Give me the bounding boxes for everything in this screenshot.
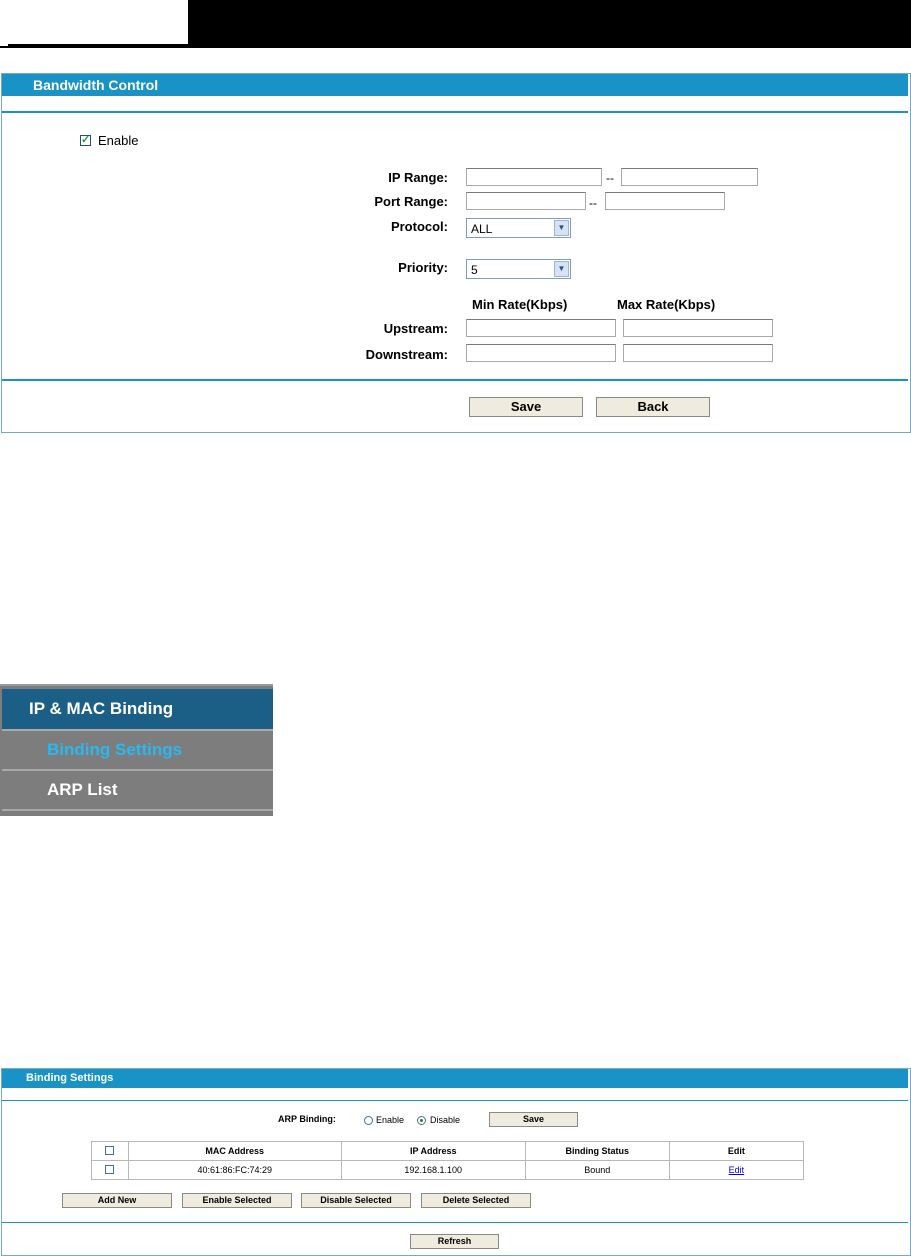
top-banner-logo-area	[0, 0, 188, 46]
binding-settings-title: Binding Settings	[2, 1069, 908, 1088]
ip-range-start-input[interactable]	[466, 168, 602, 186]
menu-separator	[2, 809, 273, 811]
disable-selected-button[interactable]: Disable Selected	[301, 1193, 411, 1208]
menu-item-label: Binding Settings	[47, 740, 183, 759]
upstream-min-input[interactable]	[466, 319, 616, 337]
refresh-button[interactable]: Refresh	[410, 1234, 499, 1249]
menu-item-binding-settings[interactable]: Binding Settings	[2, 731, 273, 769]
bandwidth-control-title: Bandwidth Control	[2, 74, 908, 96]
cell-ip: 192.168.1.100	[340, 1160, 526, 1180]
cell-edit: Edit	[668, 1160, 805, 1180]
binding-settings-panel: Binding Settings ARP Binding: Enable Dis…	[1, 1068, 911, 1256]
bottom-rule	[2, 1222, 908, 1223]
chevron-down-icon: ▼	[554, 261, 569, 277]
menu-item-arp-list[interactable]: ARP List	[2, 771, 273, 809]
table-row: 40:61:86:FC:74:29 192.168.1.100 Bound Ed…	[91, 1160, 805, 1180]
ip-range-label: IP Range:	[388, 170, 448, 185]
chevron-down-icon: ▼	[554, 220, 569, 236]
arp-disable-radio[interactable]	[417, 1116, 426, 1125]
add-new-button[interactable]: Add New	[62, 1193, 172, 1208]
select-all-cell	[91, 1141, 129, 1161]
arp-enable-radio[interactable]	[364, 1116, 373, 1125]
menu-top-border	[0, 684, 273, 686]
downstream-min-input[interactable]	[466, 344, 616, 362]
arp-disable-label: Disable	[430, 1115, 461, 1125]
protocol-select[interactable]: ALL ▼	[466, 218, 571, 238]
bottom-rule	[2, 379, 908, 381]
back-button[interactable]: Back	[596, 397, 710, 417]
priority-select-value: 5	[471, 263, 478, 277]
select-all-checkbox[interactable]	[105, 1145, 115, 1155]
ip-range-separator: --	[606, 171, 614, 185]
table-header-row: MAC Address IP Address Binding Status Ed…	[91, 1141, 805, 1161]
downstream-label: Downstream:	[365, 347, 448, 362]
side-menu: IP & MAC Binding Binding Settings ARP Li…	[0, 684, 273, 816]
ip-range-end-input[interactable]	[621, 168, 758, 186]
priority-select[interactable]: 5 ▼	[466, 259, 571, 279]
top-banner-divider	[8, 44, 188, 47]
port-range-start-input[interactable]	[466, 192, 586, 210]
protocol-select-value: ALL	[471, 222, 493, 236]
port-range-separator: --	[589, 196, 597, 210]
column-header-ip: IP Address	[340, 1141, 526, 1161]
column-header-status: Binding Status	[524, 1141, 670, 1161]
protocol-label: Protocol:	[390, 219, 448, 234]
binding-table: MAC Address IP Address Binding Status Ed…	[91, 1141, 805, 1180]
min-rate-header: Min Rate(Kbps)	[472, 297, 568, 312]
cell-status: Bound	[524, 1160, 670, 1180]
title-spacer	[2, 96, 908, 110]
menu-item-label: IP & MAC Binding	[29, 699, 174, 718]
row-select-cell	[91, 1160, 129, 1180]
enable-selected-button[interactable]: Enable Selected	[182, 1193, 292, 1208]
arp-enable-label: Enable	[376, 1115, 405, 1125]
menu-item-label: ARP List	[47, 780, 118, 799]
upstream-label: Upstream:	[383, 321, 448, 336]
save-button[interactable]: Save	[469, 397, 583, 417]
edit-link[interactable]: Edit	[729, 1165, 745, 1175]
row-checkbox[interactable]	[105, 1164, 115, 1174]
top-rule	[2, 111, 908, 113]
port-range-label: Port Range:	[374, 194, 448, 209]
priority-label: Priority:	[398, 260, 448, 275]
column-header-edit: Edit	[668, 1141, 805, 1161]
delete-selected-button[interactable]: Delete Selected	[421, 1193, 531, 1208]
menu-item-ip-mac-binding[interactable]: IP & MAC Binding	[2, 689, 273, 729]
arp-binding-label: ARP Binding:	[278, 1114, 336, 1124]
enable-label: Enable	[98, 133, 139, 148]
port-range-end-input[interactable]	[605, 192, 725, 210]
column-header-mac: MAC Address	[127, 1141, 342, 1161]
enable-checkbox[interactable]	[80, 133, 91, 146]
max-rate-header: Max Rate(Kbps)	[617, 297, 716, 312]
arp-save-button[interactable]: Save	[489, 1112, 578, 1127]
bandwidth-control-panel: Bandwidth Control Enable IP Range: -- Po…	[1, 73, 911, 433]
cell-mac: 40:61:86:FC:74:29	[127, 1160, 342, 1180]
upstream-max-input[interactable]	[623, 319, 773, 337]
downstream-max-input[interactable]	[623, 344, 773, 362]
top-rule	[2, 1100, 908, 1101]
